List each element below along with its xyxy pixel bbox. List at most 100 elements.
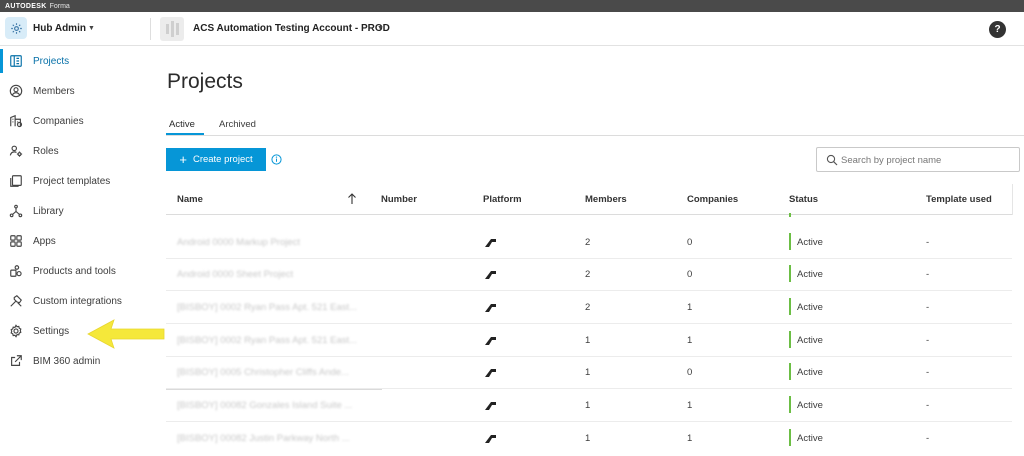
platform-forma-icon [485, 337, 496, 345]
sidebar-item-label: Library [33, 205, 64, 217]
column-header-template-used[interactable]: Template used [926, 194, 992, 205]
sidebar-item-apps[interactable]: Apps [0, 229, 150, 253]
sidebar-item-library[interactable]: Library [0, 199, 150, 223]
platform-forma-icon [485, 239, 496, 247]
status-indicator [789, 429, 791, 446]
project-name[interactable]: [BISBOY] 0005 Christopher Cliffs Ande... [177, 367, 367, 378]
sidebar-item-label: Custom integrations [33, 295, 122, 307]
project-template: - [926, 302, 930, 313]
sidebar-item-companies[interactable]: Companies [0, 109, 150, 133]
search-icon [826, 154, 838, 166]
project-name[interactable]: [BISBOY] 0002 Ryan Pass Apt. 521 East... [177, 302, 367, 313]
project-companies: 1 [687, 302, 693, 313]
sidebar-item-roles[interactable]: Roles [0, 139, 150, 163]
table-row[interactable]: [BISBOY] 0002 Ryan Pass Apt. 521 East...… [166, 325, 1012, 357]
status-badge: Active [797, 237, 823, 248]
sidebar-item-bim-360-admin[interactable]: BIM 360 admin [0, 349, 150, 373]
project-name[interactable]: [BISBOY] 00082 Justin Parkway North ... [177, 433, 367, 444]
integrations-icon [8, 293, 24, 309]
platform-forma-icon [485, 304, 496, 312]
table-row[interactable]: [BISBOY] 0002 Ryan Pass Apt. 521 East...… [166, 292, 1012, 324]
page-title: Projects [167, 70, 243, 93]
sidebar-item-label: Members [33, 85, 75, 97]
status-indicator [789, 265, 791, 282]
info-icon[interactable] [271, 154, 282, 165]
sidebar-item-custom-integrations[interactable]: Custom integrations [0, 289, 150, 313]
external-link-icon [8, 353, 24, 369]
topbar-divider [150, 18, 151, 40]
plus-icon: + [179, 152, 187, 167]
hub-selector[interactable]: Hub Admin [33, 23, 86, 34]
status-indicator [789, 331, 791, 348]
account-chevron-down-icon[interactable]: ▼ [377, 25, 384, 32]
project-template: - [926, 400, 930, 411]
project-template: - [926, 367, 930, 378]
project-template: - [926, 237, 930, 248]
tab-archived[interactable]: Archived [219, 119, 256, 130]
project-companies: 1 [687, 433, 693, 444]
status-indicator [789, 233, 791, 250]
project-template: - [926, 433, 930, 444]
tab-active[interactable]: Active [169, 119, 195, 130]
sidebar-item-label: Projects [33, 55, 70, 67]
sidebar-item-label: Roles [33, 145, 59, 157]
column-header-status[interactable]: Status [789, 194, 818, 205]
platform-forma-icon [485, 271, 496, 279]
platform-forma-icon [485, 402, 496, 410]
sidebar-item-project-templates[interactable]: Project templates [0, 169, 150, 193]
partial-status-indicator [789, 213, 791, 217]
project-name[interactable]: Android 0000 Sheet Project [177, 269, 367, 280]
table-row[interactable]: [BISBOY] 00082 Justin Parkway North ... … [166, 423, 1012, 455]
gear-icon [8, 323, 24, 339]
search-box [816, 147, 1020, 172]
status-badge: Active [797, 302, 823, 313]
table-row[interactable]: [BISBOY] 00082 Gonzales Island Suite ...… [166, 390, 1012, 422]
sidebar-item-label: Apps [33, 235, 56, 247]
status-badge: Active [797, 433, 823, 444]
status-badge: Active [797, 367, 823, 378]
project-members: 2 [585, 269, 591, 280]
status-indicator [789, 363, 791, 380]
sidebar-item-members[interactable]: Members [0, 79, 150, 103]
column-header-number[interactable]: Number [381, 194, 417, 205]
table-row[interactable]: Android 0000 Markup Project 2 0 Active - [166, 227, 1012, 259]
help-button[interactable]: ? [989, 21, 1006, 38]
column-header-platform[interactable]: Platform [483, 194, 522, 205]
column-header-members[interactable]: Members [585, 194, 627, 205]
column-header-name[interactable]: Name [177, 194, 203, 205]
tabs-divider [166, 135, 1024, 136]
templates-icon [8, 173, 24, 189]
project-name[interactable]: Android 0000 Markup Project [177, 237, 367, 248]
platform-forma-icon [485, 369, 496, 377]
project-name[interactable]: [BISBOY] 00082 Gonzales Island Suite ... [177, 400, 367, 411]
column-header-companies[interactable]: Companies [687, 194, 738, 205]
top-bar: Hub Admin ▼ ACS Automation Testing Accou… [0, 12, 1024, 46]
project-companies: 0 [687, 269, 693, 280]
apps-grid-icon [8, 233, 24, 249]
project-members: 2 [585, 237, 591, 248]
project-members: 1 [585, 400, 591, 411]
brand-bar: AUTODESK Forma [0, 0, 1024, 12]
user-circle-icon [8, 83, 24, 99]
status-indicator [789, 396, 791, 413]
project-name[interactable]: [BISBOY] 0002 Ryan Pass Apt. 521 East... [177, 335, 367, 346]
sidebar-item-products-and-tools[interactable]: Products and tools [0, 259, 150, 283]
hub-gear-icon[interactable] [5, 17, 27, 39]
sidebar: Projects Members Companies Roles Project… [0, 47, 150, 456]
account-thumbnail [160, 17, 184, 41]
sort-arrow-up-icon[interactable] [347, 192, 357, 205]
create-project-button[interactable]: + Create project [166, 148, 266, 171]
sidebar-item-label: Companies [33, 115, 84, 127]
table-row[interactable]: Android 0000 Sheet Project 2 0 Active - [166, 259, 1012, 291]
projects-icon [8, 53, 24, 69]
account-selector[interactable]: ACS Automation Testing Account - PROD [193, 23, 390, 34]
roles-icon [8, 143, 24, 159]
project-companies: 1 [687, 400, 693, 411]
annotation-arrow [87, 319, 165, 349]
hub-chevron-down-icon[interactable]: ▼ [88, 25, 95, 32]
project-companies: 0 [687, 237, 693, 248]
search-input[interactable] [841, 152, 1011, 168]
table-row[interactable]: [BISBOY] 0005 Christopher Cliffs Ande...… [166, 357, 1012, 389]
brand-name: AUTODESK [5, 2, 47, 10]
sidebar-item-projects[interactable]: Projects [0, 49, 150, 73]
